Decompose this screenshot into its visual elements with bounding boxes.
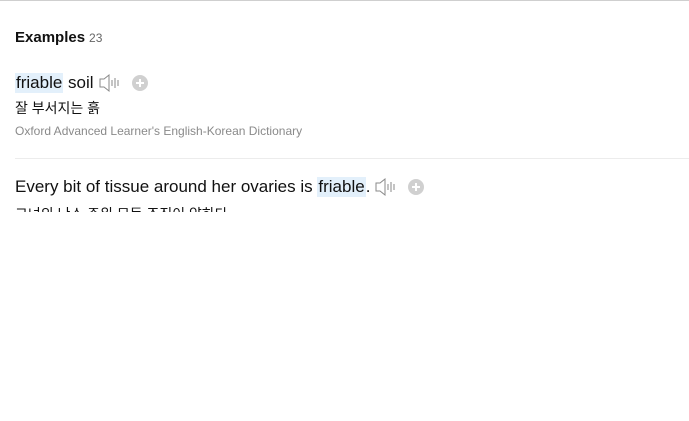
highlighted-word[interactable]: friable	[15, 73, 64, 93]
divider	[15, 158, 689, 159]
speaker-icon[interactable]	[98, 72, 122, 94]
sentence-text: .	[365, 177, 371, 196]
example-translation: 그녀의 난소 주위 모든 조직이 약하다	[15, 204, 689, 212]
section-count: 23	[89, 31, 103, 45]
examples-section: Examples 23	[15, 29, 689, 47]
sentence-text: Every bit of tissue around her ovaries i…	[15, 177, 318, 196]
example-item: friable soil 잘 부서지는 흙 Oxford Advanced Le…	[15, 72, 689, 138]
add-to-wordbook-button[interactable]	[408, 179, 425, 195]
top-border	[0, 0, 689, 1]
example-sentence: friable soil	[15, 72, 689, 94]
section-title: Examples	[15, 29, 86, 46]
example-item: Every bit of tissue around her ovaries i…	[15, 176, 689, 212]
example-sentence: Every bit of tissue around her ovaries i…	[15, 176, 689, 198]
highlighted-word[interactable]: friable	[317, 177, 366, 197]
speaker-icon[interactable]	[374, 176, 398, 198]
add-to-wordbook-button[interactable]	[131, 75, 148, 91]
example-source: Oxford Advanced Learner's English-Korean…	[15, 124, 303, 138]
sentence-text: soil	[63, 73, 94, 92]
section-header: Examples 23	[15, 29, 689, 47]
example-translation: 잘 부서지는 흙	[15, 100, 101, 116]
